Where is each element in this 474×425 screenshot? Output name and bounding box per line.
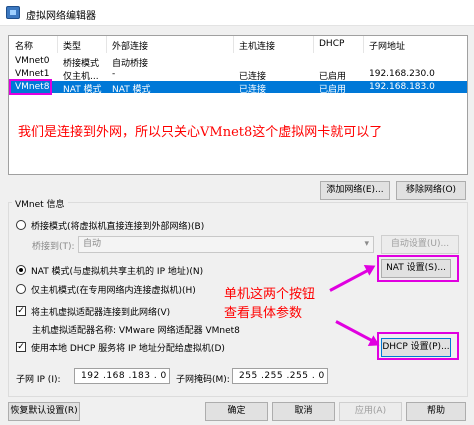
column-header-type[interactable]: 类型: [63, 39, 81, 52]
hostonly-mode-radio[interactable]: [16, 284, 26, 294]
table-row[interactable]: VMnet0 桥接模式 自动桥接: [9, 55, 467, 69]
subnet-mask-label: 子网掩码(M):: [176, 375, 230, 385]
bridge-to-label: 桥接到(T):: [32, 242, 75, 252]
cell-subnet: 192.168.230.0: [369, 69, 435, 79]
nat-mode-label[interactable]: NAT 模式(与虚拟机共享主机的 IP 地址)(N): [31, 264, 203, 277]
window-title: 虚拟网络编辑器: [26, 11, 96, 22]
nat-mode-radio[interactable]: [16, 265, 26, 275]
cell-name: VMnet1: [15, 69, 50, 79]
bridge-to-value: 自动: [83, 239, 102, 249]
title-bar: 虚拟网络编辑器: [0, 0, 474, 26]
add-network-button[interactable]: 添加网络(E)...: [320, 181, 390, 200]
vmnet-info-legend: VMnet 信息: [12, 197, 68, 210]
chevron-down-icon: ▾: [364, 239, 369, 249]
apply-button[interactable]: 应用(A): [339, 402, 402, 421]
dhcp-settings-highlight-box: [377, 332, 459, 360]
network-list[interactable]: 名称 类型 外部连接 主机连接 DHCP 子网地址 VMnet0 桥接模式 自动…: [8, 35, 468, 175]
table-header: 名称 类型 外部连接 主机连接 DHCP 子网地址: [9, 36, 467, 53]
help-button[interactable]: 帮助: [406, 402, 466, 421]
host-adapter-name: 主机虚拟适配器名称: VMware 网络适配器 VMnet8: [32, 326, 240, 336]
column-header-dhcp[interactable]: DHCP: [319, 39, 344, 49]
host-adapter-label[interactable]: 将主机虚拟适配器连接到此网络(V): [31, 305, 170, 318]
cancel-button[interactable]: 取消: [272, 402, 335, 421]
dhcp-checkbox[interactable]: ✓: [16, 342, 26, 352]
hostonly-mode-label[interactable]: 仅主机模式(在专用网络内连接虚拟机)(H): [31, 283, 196, 296]
annotation-buttons-line1: 单机这两个按钮: [224, 287, 316, 302]
auto-settings-button[interactable]: 自动设置(U)...: [381, 235, 459, 254]
subnet-ip-label: 子网 IP (I):: [16, 375, 61, 385]
restore-defaults-button[interactable]: 恢复默认设置(R): [8, 402, 80, 421]
cell-type: NAT 模式: [63, 85, 102, 95]
host-adapter-checkbox[interactable]: ✓: [16, 306, 26, 316]
column-header-external[interactable]: 外部连接: [112, 39, 148, 52]
bridge-mode-radio[interactable]: [16, 220, 26, 230]
dhcp-label[interactable]: 使用本地 DHCP 服务将 IP 地址分配给虚拟机(D): [31, 341, 225, 354]
column-header-host[interactable]: 主机连接: [239, 39, 275, 52]
ok-button[interactable]: 确定: [205, 402, 268, 421]
subnet-ip-input[interactable]: 192 .168 .183 . 0: [74, 368, 170, 384]
table-row-selected[interactable]: VMnet8 NAT 模式 NAT 模式 已连接 已启用 192.168.183…: [9, 81, 467, 95]
bridge-to-select[interactable]: 自动 ▾: [78, 236, 374, 253]
annotation-buttons-line2: 查看具体参数: [224, 306, 303, 321]
cell-external: NAT 模式: [112, 85, 151, 95]
annotation-top: 我们是连接到外网，所以只关心VMnet8这个虚拟网卡就可以了: [18, 125, 383, 140]
cell-dhcp: 已启用: [319, 85, 347, 95]
bridge-mode-label[interactable]: 桥接模式(将虚拟机直接连接到外部网络)(B): [31, 219, 204, 232]
table-row[interactable]: VMnet1 仅主机... - 已连接 已启用 192.168.230.0: [9, 68, 467, 82]
subnet-mask-input[interactable]: 255 .255 .255 . 0: [232, 368, 328, 384]
cell-subnet: 192.168.183.0: [369, 82, 435, 92]
cell-name: VMnet0: [15, 56, 50, 66]
remove-network-button[interactable]: 移除网络(O): [396, 181, 466, 200]
column-header-name[interactable]: 名称: [15, 39, 33, 52]
nat-settings-highlight-box: [377, 255, 459, 282]
network-editor-icon: [6, 6, 20, 19]
column-header-subnet[interactable]: 子网地址: [369, 39, 405, 52]
cell-external: -: [112, 69, 116, 79]
cell-host: 已连接: [239, 85, 267, 95]
vmnet8-highlight-box: [9, 79, 52, 95]
